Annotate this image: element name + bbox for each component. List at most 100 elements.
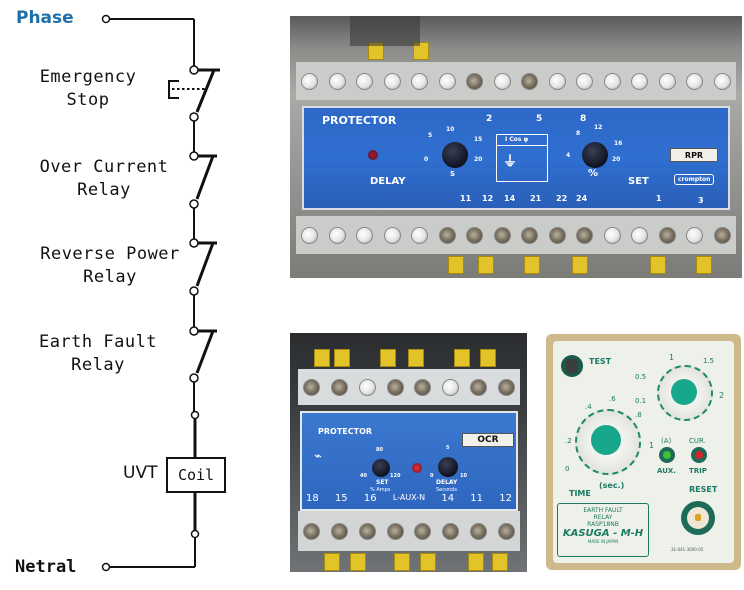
terminal-screw [356,72,374,90]
rpr-brand: PROTECTOR [322,114,397,127]
wire-lug [492,553,508,571]
top-terminal-strip [296,62,736,100]
ocr-terminal-numbers: 18 15 16 L-AUX-N 14 11 12 [306,493,512,504]
terminal-screw [328,226,346,244]
terminal-screw [493,226,511,244]
earth-fault-contact [189,326,217,383]
terminal-screw [713,72,731,90]
terminal-screw [497,522,515,540]
efr-serial: 31-041-3000-05 [671,547,704,552]
wire-lug [650,256,666,274]
terminal-screw [658,72,676,90]
rpr-terminal-number: 3 [698,196,704,205]
rpr-top-number: 8 [580,114,587,124]
efr-cur-label: CUR. [689,437,706,445]
rpr-contact-diagram: I Cos φ ⏚ [496,134,548,182]
phase-terminal [101,14,111,24]
wire-lug [420,553,436,571]
terminal-screw [497,378,515,396]
rpr-terminal-number: 24 [576,194,588,203]
wire-lug [324,553,340,571]
ocr-terminal-number: 16 [363,493,377,504]
terminal-screw [521,226,539,244]
rpr-status-led [368,150,378,160]
rpr-terminal-number: 1 [656,194,662,203]
wire-lug [478,256,494,274]
ladder-diagram: Phase Netral Emergency Stop Over Current… [0,0,270,590]
photo-earth-fault-relay: TEST 0.5 1 1.5 2 0.1 (A) 0 .2 .4 .6 .8 1… [546,334,741,570]
wire-lug [394,553,410,571]
bottom-terminal-strip [296,216,736,254]
terminal-screw [631,72,649,90]
terminal-screw [469,522,487,540]
photo-reverse-power-relay: PROTECTOR 2 5 8 5 10 15 0 20 S DELAY I C… [290,16,742,278]
terminal-screw [358,378,376,396]
efr-time-tick: .2 [565,437,572,445]
nameplate-line2: RELAY [593,514,613,521]
terminal-screw [631,226,649,244]
terminal-screw [331,378,349,396]
terminal-screw [358,522,376,540]
ocr-delay-tick: 0 [430,473,434,479]
wire-lug [334,349,350,367]
terminal-screw [658,226,676,244]
rpr-delay-knob [442,142,468,168]
efr-current-tick: 1 [669,353,675,362]
reset-button-marker [695,514,701,521]
ocr-front-panel: PROTECTOR OCR ⌁ 80 40 120 SET % Amps 5 0… [300,411,518,511]
rpr-set-label: SET [628,176,649,187]
ocr-brand: PROTECTOR [318,427,373,436]
rpr-tag: RPR [670,148,718,162]
ocr-contact-legend-icon: ⌁ [314,449,322,464]
terminal-screw [438,72,456,90]
terminal-screw [411,226,429,244]
aux-led [663,451,671,459]
ocr-terminal-number: 12 [499,493,512,504]
wire-lug [314,349,330,367]
efr-time-tick: .6 [609,395,616,403]
ocr-tag-text: OCR [477,435,499,445]
efr-current-tick: 1.5 [703,357,715,365]
rpr-terminal-number: 22 [556,194,568,203]
over-current-contact [189,151,217,209]
terminal-screw [331,522,349,540]
wire-lug [380,349,396,367]
trip-led [695,451,703,459]
coil-terminal-bottom [190,529,200,539]
wire-lug [480,349,496,367]
ocr-set-tick: 120 [390,473,401,479]
efr-test-label: TEST [589,357,612,366]
rpr-terminal-number: 11 [460,194,472,203]
terminal-screw [493,72,511,90]
efr-test-button [561,355,583,377]
terminal-screw [301,72,319,90]
efr-trip-label: TRIP [689,467,707,475]
wire-lug [468,553,484,571]
rpr-delay-label: DELAY [370,176,406,187]
top-terminal-strip [298,369,520,405]
wire-lug [524,256,540,274]
photo-over-current-relay: PROTECTOR OCR ⌁ 80 40 120 SET % Amps 5 0… [290,333,527,572]
terminal-screw [383,72,401,90]
ocr-delay-tick: 5 [446,445,450,451]
rpr-top-number: 2 [486,114,493,124]
terminal-screw [603,72,621,90]
terminal-screw [603,226,621,244]
rpr-tag-text: RPR [684,150,704,160]
nameplate-line1: EARTH FAULT [583,507,623,514]
ocr-delay-knob [438,457,458,477]
rpr-delay-tick: 15 [474,136,483,143]
terminal-screw [414,378,432,396]
terminal-screw [386,378,404,396]
uvt-coil: Coil [166,457,226,493]
efr-current-tick: 0.1 [635,397,647,405]
earth-fault-relay-label: Earth Fault Relay [38,332,158,375]
ocr-terminal-number: 11 [470,493,483,504]
efr-time-tick: .8 [635,411,642,419]
terminal-screw [438,226,456,244]
wire-lug [572,256,588,274]
terminal-screw [466,72,484,90]
efr-time-tick: 1 [649,441,655,450]
ocr-terminal-number: 18 [306,493,319,504]
terminal-screw [548,72,566,90]
